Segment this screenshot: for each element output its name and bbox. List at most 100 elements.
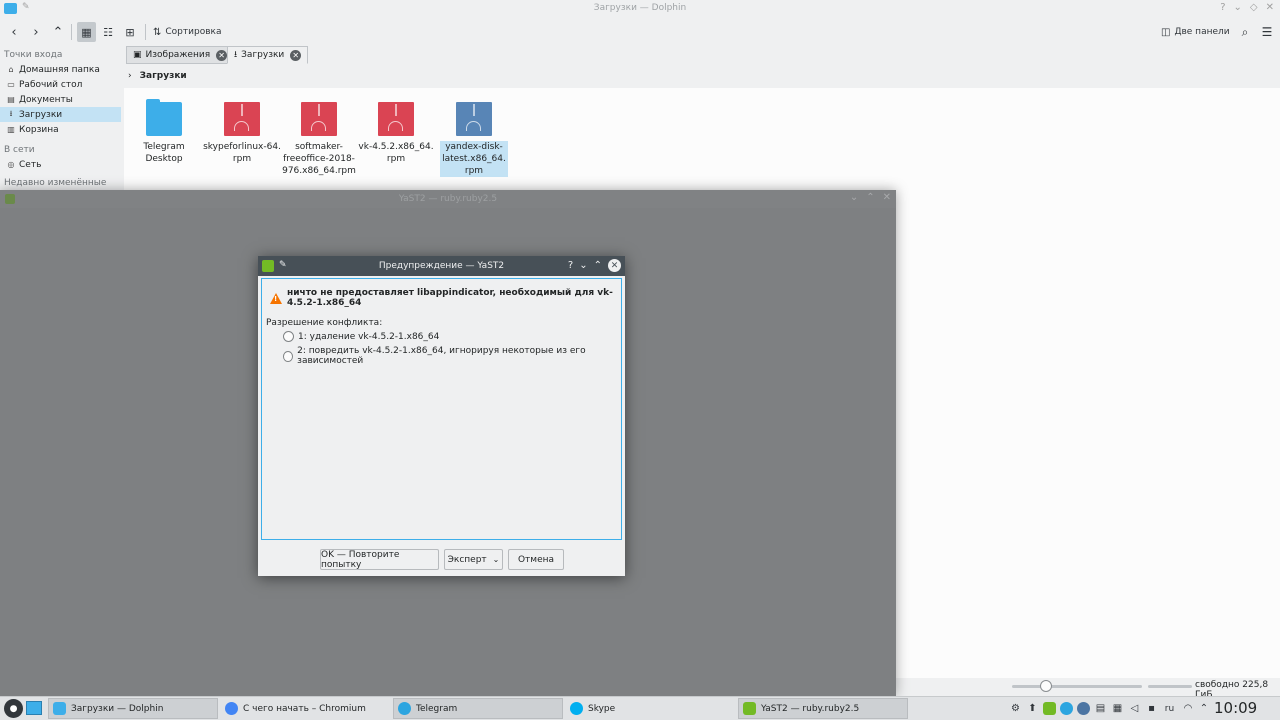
warning-icon bbox=[270, 292, 282, 304]
zoom-slider-track[interactable] bbox=[1012, 685, 1142, 688]
chevron-down-icon: ⌄ bbox=[492, 555, 500, 564]
forward-button[interactable]: › bbox=[28, 22, 44, 42]
cancel-button[interactable]: Отмена bbox=[508, 549, 564, 570]
tray-updater-icon[interactable] bbox=[1043, 700, 1056, 717]
rpm-package-icon bbox=[456, 102, 492, 136]
sidebar-item-home[interactable]: ⌂ Домашняя папка bbox=[0, 62, 124, 77]
sidebar-item-label: Загрузки bbox=[19, 109, 63, 120]
up-button[interactable]: ⌃ bbox=[50, 22, 66, 42]
application-launcher-icon[interactable]: ● bbox=[4, 699, 23, 718]
chromium-icon bbox=[225, 702, 238, 715]
close-icon[interactable]: ✕ bbox=[1266, 2, 1274, 13]
close-tab-icon[interactable]: ✕ bbox=[216, 49, 228, 61]
file-name-line: Desktop bbox=[145, 154, 183, 164]
minimize-icon[interactable]: ⌄ bbox=[850, 192, 858, 203]
task-dolphin[interactable]: Загрузки — Dolphin bbox=[48, 698, 218, 719]
tray-lock-icon[interactable]: ▪ bbox=[1145, 700, 1158, 717]
help-icon[interactable]: ? bbox=[568, 260, 573, 271]
task-label: YaST2 — ruby.ruby2.5 bbox=[761, 703, 860, 714]
dialog-titlebar[interactable]: ✎ Предупреждение — YaST2 ? ⌄ ⌃ ✕ bbox=[258, 256, 625, 276]
file-item[interactable]: Telegram Desktop bbox=[124, 99, 204, 165]
sidebar-item-network[interactable]: ◎ Сеть bbox=[0, 157, 124, 172]
show-desktop-icon[interactable] bbox=[26, 701, 42, 715]
task-telegram[interactable]: Telegram bbox=[393, 698, 563, 719]
file-name-line: latest.x86_64. bbox=[442, 154, 506, 164]
task-chromium[interactable]: С чего начать – Chromium bbox=[220, 698, 390, 719]
back-button[interactable]: ‹ bbox=[6, 22, 22, 42]
file-name: skypeforlinux-64. rpm bbox=[202, 141, 282, 165]
menu-button[interactable]: ☰ bbox=[1259, 22, 1275, 42]
sidebar-item-trash[interactable]: ▥ Корзина bbox=[0, 122, 124, 137]
file-item[interactable]: vk-4.5.2.x86_64. rpm bbox=[356, 100, 436, 165]
free-space-bar bbox=[1148, 685, 1192, 688]
compact-list-icon: ☷ bbox=[103, 25, 113, 39]
minimize-icon[interactable]: ⌄ bbox=[579, 260, 587, 271]
tray-vk-icon[interactable] bbox=[1077, 700, 1090, 717]
search-button[interactable]: ⌕ bbox=[1237, 22, 1253, 42]
maximize-icon[interactable]: ⌃ bbox=[594, 260, 602, 271]
hamburger-icon: ☰ bbox=[1261, 25, 1273, 39]
ok-retry-button[interactable]: OK — Повторите попытку bbox=[320, 549, 439, 570]
tray-expand-icon[interactable]: ⌃ bbox=[1198, 700, 1210, 717]
skype-icon bbox=[570, 702, 583, 715]
maximize-icon[interactable]: ◇ bbox=[1250, 2, 1258, 13]
task-yast[interactable]: YaST2 — ruby.ruby2.5 bbox=[738, 698, 908, 719]
details-view-button[interactable]: ⊞ bbox=[122, 22, 138, 42]
tray-update-icon[interactable]: ⬆ bbox=[1026, 700, 1039, 717]
close-icon[interactable]: ✕ bbox=[608, 259, 621, 272]
yast-window-title: YaST2 — ruby.ruby2.5 bbox=[398, 194, 498, 204]
help-icon[interactable]: ? bbox=[1220, 2, 1225, 13]
network-header: В сети bbox=[4, 145, 35, 155]
tray-wifi-icon[interactable]: ◠ bbox=[1181, 700, 1195, 717]
warning-text: ничто не предоставляет libappindicator, … bbox=[287, 288, 613, 308]
minimize-icon[interactable]: ⌄ bbox=[1234, 2, 1242, 13]
tray-telegram-icon[interactable] bbox=[1060, 700, 1073, 717]
icons-view-button[interactable]: ▦ bbox=[77, 22, 96, 42]
expert-label: Эксперт bbox=[447, 554, 487, 565]
grid-icon: ▦ bbox=[81, 25, 92, 39]
split-icon: ◫ bbox=[1161, 26, 1171, 38]
sidebar-item-desktop[interactable]: ▭ Рабочий стол bbox=[0, 77, 124, 92]
sidebar-item-label: Документы bbox=[19, 94, 73, 105]
file-item-selected[interactable]: yandex-disk- latest.x86_64. rpm bbox=[434, 100, 514, 177]
tab-label: Изображения bbox=[145, 50, 211, 60]
tray-clipboard-icon[interactable]: ▤ bbox=[1094, 700, 1107, 717]
zoom-slider-handle[interactable] bbox=[1040, 680, 1052, 692]
task-label: Загрузки — Dolphin bbox=[71, 703, 164, 714]
resolution-option-1[interactable]: 1: удаление vk-4.5.2-1.x86_64 bbox=[283, 331, 439, 342]
tray-notes-icon[interactable]: ▦ bbox=[1111, 700, 1124, 717]
compact-view-button[interactable]: ☷ bbox=[100, 22, 116, 42]
file-name-line: rpm bbox=[232, 154, 252, 164]
rpm-package-icon bbox=[224, 102, 260, 136]
yast-app-icon bbox=[743, 702, 756, 715]
tray-settings-icon[interactable]: ⚙ bbox=[1009, 700, 1022, 717]
chevron-up-icon: ⌃ bbox=[52, 24, 64, 40]
radio-button[interactable] bbox=[283, 331, 294, 342]
yast-titlebar[interactable]: YaST2 — ruby.ruby2.5 ⌄ ⌃ ✕ bbox=[0, 190, 896, 208]
window-title: Загрузки — Dolphin bbox=[593, 3, 687, 13]
tab-downloads[interactable]: ⭳ Загрузки ✕ bbox=[227, 46, 309, 64]
maximize-icon[interactable]: ⌃ bbox=[866, 192, 874, 203]
radio-button[interactable] bbox=[283, 350, 294, 362]
breadcrumb[interactable]: › Загрузки bbox=[124, 66, 187, 86]
resolution-option-2[interactable]: 2: повредить vk-4.5.2-1.x86_64, игнориру… bbox=[283, 346, 621, 366]
file-name-line: vk-4.5.2.x86_64. bbox=[358, 142, 434, 152]
close-tab-icon[interactable]: ✕ bbox=[290, 49, 302, 61]
file-item[interactable]: skypeforlinux-64. rpm bbox=[202, 100, 282, 165]
toolbar-separator bbox=[145, 24, 146, 40]
task-label: С чего начать – Chromium bbox=[243, 703, 366, 714]
tray-language[interactable]: ru bbox=[1163, 700, 1176, 717]
tab-images[interactable]: ▣ Изображения ✕ bbox=[126, 46, 235, 64]
breadcrumb-item[interactable]: Загрузки bbox=[140, 71, 187, 81]
dolphin-titlebar[interactable]: ✎ Загрузки — Dolphin ? ⌄ ◇ ✕ bbox=[0, 0, 1280, 18]
tray-volume-icon[interactable]: ◁ bbox=[1128, 700, 1141, 717]
split-view-button[interactable]: ◫ Две панели bbox=[1161, 22, 1230, 42]
close-icon[interactable]: ✕ bbox=[883, 192, 891, 203]
file-item[interactable]: softmaker- freeoffice-2018- 976.x86_64.r… bbox=[279, 100, 359, 177]
sidebar-item-documents[interactable]: ▤ Документы bbox=[0, 92, 124, 107]
sidebar-item-downloads[interactable]: ⭳ Загрузки bbox=[0, 107, 121, 122]
task-skype[interactable]: Skype bbox=[565, 698, 735, 719]
sort-button[interactable]: ⇅ Сортировка bbox=[153, 22, 221, 42]
clock[interactable]: 10:09 bbox=[1214, 699, 1257, 717]
expert-button[interactable]: Эксперт ⌄ bbox=[444, 549, 503, 570]
